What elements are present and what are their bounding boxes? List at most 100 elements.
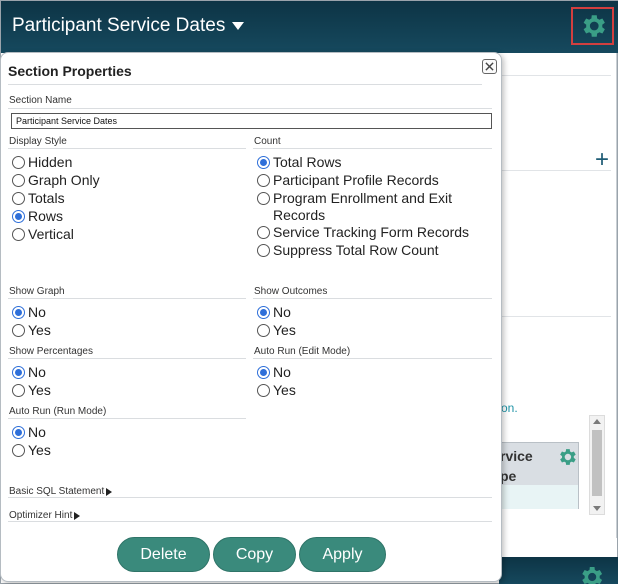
- radio-label: Service Tracking Form Records: [273, 224, 470, 240]
- divider: [8, 84, 482, 85]
- divider: [501, 75, 611, 76]
- page-title[interactable]: Participant Service Dates: [12, 15, 225, 37]
- add-icon[interactable]: +: [595, 148, 609, 172]
- radio-button[interactable]: [257, 174, 270, 187]
- show-graph-option-yes[interactable]: Yes: [12, 322, 51, 339]
- radio-label: Participant Profile Records: [273, 172, 439, 188]
- chevron-down-icon[interactable]: [232, 22, 244, 30]
- display-style-label: Display Style: [9, 136, 67, 147]
- auto-run-edit-option-no[interactable]: No: [257, 364, 291, 381]
- count-label: Count: [254, 136, 281, 147]
- radio-button[interactable]: [12, 210, 25, 223]
- radio-button[interactable]: [12, 228, 25, 241]
- radio-button[interactable]: [12, 444, 25, 457]
- count-option-total-rows[interactable]: Total Rows: [257, 154, 477, 171]
- radio-label: No: [28, 304, 46, 320]
- dialog-title: Section Properties: [8, 63, 132, 79]
- divider: [501, 316, 611, 317]
- radio-label: Total Rows: [273, 154, 342, 170]
- count-option-service-tracking-form-records[interactable]: Service Tracking Form Records: [257, 224, 477, 241]
- radio-button[interactable]: [12, 192, 25, 205]
- table-header: rvice pe: [500, 443, 578, 485]
- copy-button[interactable]: Copy: [213, 537, 296, 572]
- radio-button[interactable]: [257, 226, 270, 239]
- section-name-label: Section Name: [9, 95, 72, 106]
- display-style-option-graph-only[interactable]: Graph Only: [12, 172, 100, 189]
- background-link[interactable]: on.: [501, 401, 518, 415]
- radio-button[interactable]: [257, 324, 270, 337]
- apply-button[interactable]: Apply: [299, 537, 386, 572]
- auto-run-run-label: Auto Run (Run Mode): [9, 406, 107, 417]
- auto-run-run-option-yes[interactable]: Yes: [12, 442, 51, 459]
- expand-arrow-icon: [106, 487, 113, 496]
- table-header-text: rvice: [500, 448, 533, 464]
- radio-button[interactable]: [12, 156, 25, 169]
- close-button[interactable]: [482, 59, 497, 74]
- radio-label: No: [28, 424, 46, 440]
- divider: [253, 298, 492, 299]
- show-percentages-option-no[interactable]: No: [12, 364, 46, 381]
- show-graph-option-no[interactable]: No: [12, 304, 46, 321]
- show-outcomes-label: Show Outcomes: [254, 286, 328, 297]
- radio-button[interactable]: [12, 324, 25, 337]
- count-option-suppress-total-row-count[interactable]: Suppress Total Row Count: [257, 242, 477, 259]
- radio-button[interactable]: [257, 192, 270, 205]
- radio-label: Totals: [28, 190, 65, 206]
- top-header: Participant Service Dates: [1, 1, 618, 53]
- auto-run-edit-option-yes[interactable]: Yes: [257, 382, 296, 399]
- background-table: rvice pe: [499, 442, 579, 509]
- delete-button[interactable]: Delete: [117, 537, 210, 572]
- radio-label: Program Enrollment and Exit Records: [273, 190, 452, 223]
- divider: [8, 497, 492, 498]
- scroll-up-icon[interactable]: [593, 419, 601, 424]
- radio-label: Yes: [28, 322, 51, 338]
- radio-label: No: [273, 364, 291, 380]
- display-style-option-totals[interactable]: Totals: [12, 190, 65, 207]
- radio-label: Yes: [28, 382, 51, 398]
- radio-label: Vertical: [28, 226, 74, 242]
- show-percentages-option-yes[interactable]: Yes: [12, 382, 51, 399]
- radio-button[interactable]: [12, 366, 25, 379]
- close-icon: [485, 62, 494, 71]
- show-graph-label: Show Graph: [9, 286, 65, 297]
- divider: [8, 148, 246, 149]
- count-option-program-enrollment-and-exit-records[interactable]: Program Enrollment and Exit Records: [257, 190, 477, 224]
- radio-button[interactable]: [12, 426, 25, 439]
- scroll-down-icon[interactable]: [593, 506, 601, 511]
- divider: [253, 358, 492, 359]
- show-outcomes-option-no[interactable]: No: [257, 304, 291, 321]
- radio-label: Hidden: [28, 154, 73, 170]
- radio-button[interactable]: [257, 156, 270, 169]
- radio-button[interactable]: [12, 306, 25, 319]
- scrollbar-thumb[interactable]: [592, 430, 602, 496]
- radio-label: No: [28, 364, 46, 380]
- count-option-participant-profile-records[interactable]: Participant Profile Records: [257, 172, 477, 189]
- radio-button[interactable]: [257, 244, 270, 257]
- gear-icon[interactable]: [556, 446, 578, 468]
- display-style-option-rows[interactable]: Rows: [12, 208, 63, 225]
- display-style-option-vertical[interactable]: Vertical: [12, 226, 74, 243]
- gear-icon: [583, 15, 605, 37]
- radio-button[interactable]: [257, 306, 270, 319]
- scrollbar[interactable]: [589, 415, 605, 515]
- radio-button[interactable]: [12, 174, 25, 187]
- auto-run-run-option-no[interactable]: No: [12, 424, 46, 441]
- optimizer-hint-toggle[interactable]: Optimizer Hint: [9, 510, 81, 521]
- show-outcomes-option-yes[interactable]: Yes: [257, 322, 296, 339]
- basic-sql-label: Basic SQL Statement: [9, 486, 105, 497]
- display-style-option-hidden[interactable]: Hidden: [12, 154, 72, 171]
- basic-sql-toggle[interactable]: Basic SQL Statement: [9, 486, 113, 497]
- divider: [8, 298, 246, 299]
- divider: [8, 418, 246, 419]
- radio-button[interactable]: [12, 384, 25, 397]
- auto-run-edit-label: Auto Run (Edit Mode): [254, 346, 351, 357]
- show-percentages-label: Show Percentages: [9, 346, 93, 357]
- radio-button[interactable]: [257, 366, 270, 379]
- divider: [8, 358, 246, 359]
- settings-gear-button[interactable]: [571, 7, 614, 45]
- section-name-input[interactable]: [11, 113, 492, 129]
- radio-button[interactable]: [257, 384, 270, 397]
- radio-label: Suppress Total Row Count: [273, 242, 439, 258]
- table-header-text: pe: [500, 468, 517, 484]
- gear-icon[interactable]: [577, 563, 605, 584]
